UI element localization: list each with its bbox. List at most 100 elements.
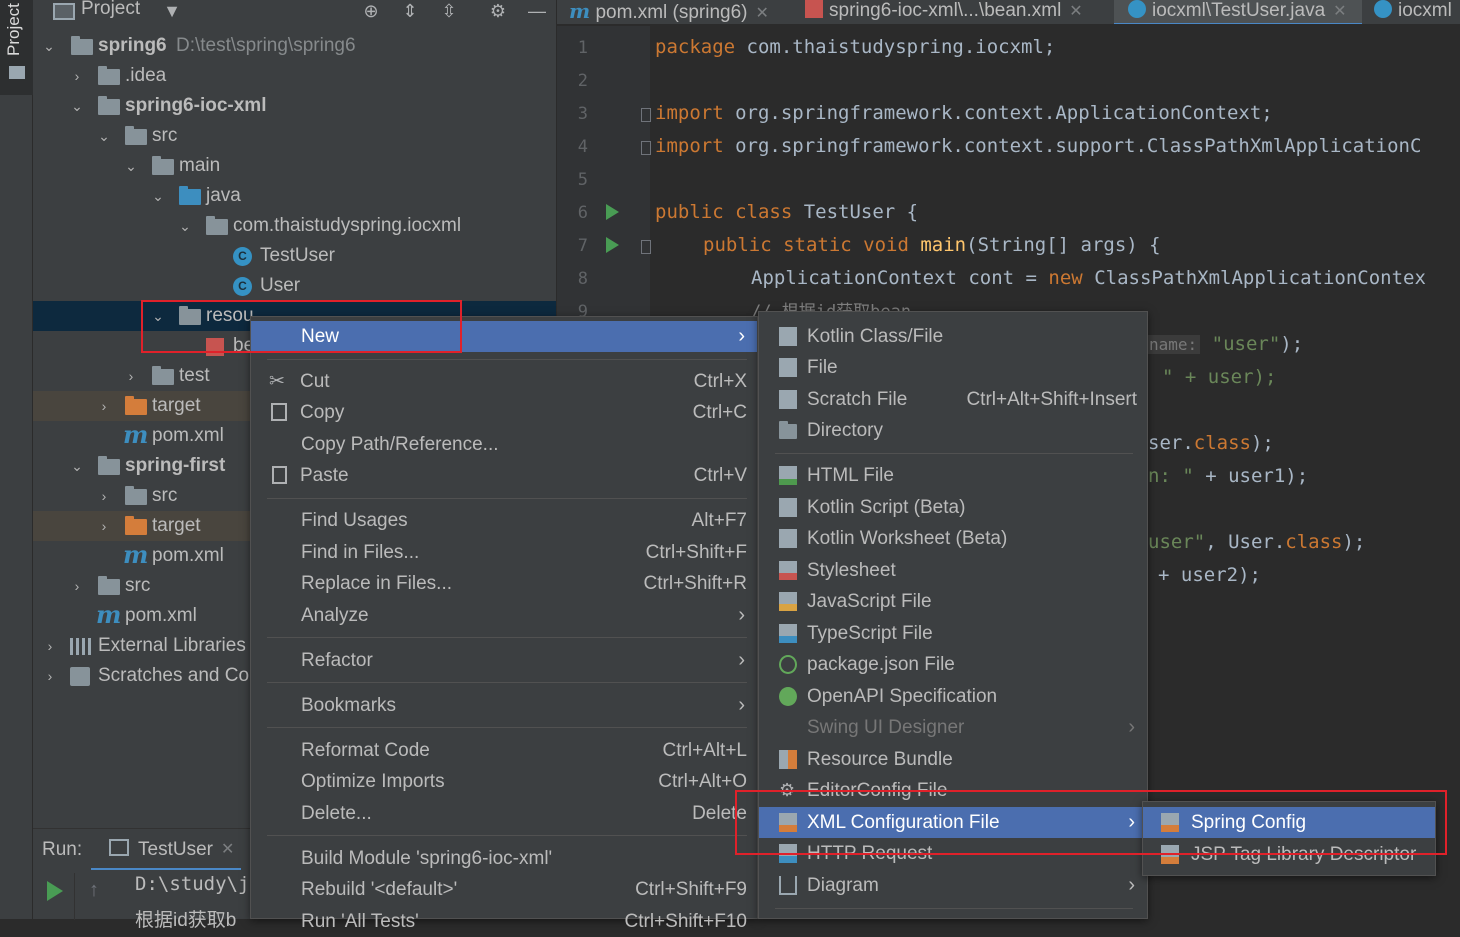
menu-shortcut: Ctrl+Alt+O: [658, 771, 747, 792]
menu-item-build-module[interactable]: Build Module 'spring6-ioc-xml': [251, 843, 757, 874]
close-icon[interactable]: ✕: [1069, 3, 1082, 20]
menu-item-kotlin-worksheet[interactable]: Kotlin Worksheet (Beta): [759, 523, 1147, 554]
menu-item-replace-in-files[interactable]: Replace in Files... Ctrl+Shift+R: [251, 568, 757, 599]
chevron-down-icon[interactable]: ⌄: [97, 121, 111, 151]
chevron-right-icon[interactable]: ›: [97, 391, 111, 421]
menu-item-paste[interactable]: Paste Ctrl+V: [251, 460, 757, 491]
tree-item-spring6[interactable]: ⌄ spring6 D:\test\spring\spring6: [33, 31, 556, 61]
tree-item-user[interactable]: C User: [33, 271, 556, 301]
close-icon[interactable]: ✕: [756, 5, 769, 22]
folder-icon: [125, 486, 147, 505]
chevron-right-icon[interactable]: ›: [70, 61, 84, 91]
chevron-right-icon[interactable]: ›: [70, 571, 84, 601]
menu-shortcut: Ctrl+Shift+F9: [635, 879, 747, 900]
tree-item-label: User: [260, 275, 301, 296]
chevron-down-icon[interactable]: ⌄: [70, 91, 84, 121]
close-icon[interactable]: ✕: [221, 839, 234, 859]
chevron-down-icon[interactable]: ⌄: [178, 211, 192, 241]
chevron-right-icon[interactable]: ›: [124, 361, 138, 391]
code-line-1: package com.thaistudyspring.iocxml;: [655, 36, 1055, 58]
menu-item-kotlin-class[interactable]: Kotlin Class/File: [759, 321, 1147, 352]
code-string: n: ": [1148, 465, 1194, 487]
rerun-icon[interactable]: [47, 881, 63, 901]
tree-item-idea[interactable]: › .idea: [33, 61, 556, 91]
menu-item-html-file[interactable]: HTML File: [759, 460, 1147, 491]
menu-item-delete[interactable]: Delete... Delete: [251, 798, 757, 829]
menu-item-typescript-file[interactable]: TypeScript File: [759, 618, 1147, 649]
menu-item-directory[interactable]: Directory: [759, 415, 1147, 446]
code-keyword: public class: [655, 201, 793, 223]
tree-item-package[interactable]: ⌄ com.thaistudyspring.iocxml: [33, 211, 556, 241]
menu-item-javascript-file[interactable]: JavaScript File: [759, 586, 1147, 617]
tab-bean-xml[interactable]: spring6-ioc-xml\...\bean.xml ✕: [805, 0, 1083, 26]
menu-item-copy[interactable]: Copy Ctrl+C: [251, 397, 757, 428]
code-fragment: + user2);: [1158, 564, 1261, 586]
project-panel-title[interactable]: Project: [81, 0, 140, 20]
file-icon: [779, 358, 797, 377]
locate-icon[interactable]: ⊕: [360, 0, 382, 22]
chevron-right-icon[interactable]: ›: [43, 661, 57, 691]
menu-item-file[interactable]: File: [759, 352, 1147, 383]
close-icon[interactable]: ✕: [1333, 3, 1346, 20]
chevron-down-icon[interactable]: ⌄: [70, 451, 84, 481]
line-number: 7: [577, 236, 588, 256]
gear-icon[interactable]: ⚙: [487, 0, 509, 22]
expand-all-icon[interactable]: ⇕: [399, 0, 421, 22]
arrow-up-icon[interactable]: ↑: [89, 879, 99, 902]
hide-icon[interactable]: —: [526, 0, 548, 22]
tree-item-src[interactable]: ⌄ src: [33, 121, 556, 151]
fold-icon[interactable]: [641, 141, 651, 155]
chevron-down-icon[interactable]: ⌄: [124, 151, 138, 181]
menu-item-reformat-code[interactable]: Reformat Code Ctrl+Alt+L: [251, 735, 757, 766]
tree-item-label: spring6-ioc-xml: [125, 95, 267, 116]
menu-item-diagram[interactable]: Diagram ›: [759, 870, 1147, 901]
menu-item-kotlin-script[interactable]: Kotlin Script (Beta): [759, 492, 1147, 523]
menu-item-analyze[interactable]: Analyze ›: [251, 600, 757, 631]
menu-item-resource-bundle[interactable]: Resource Bundle: [759, 744, 1147, 775]
project-tool-tab[interactable]: Project: [0, 0, 33, 95]
tree-item-spring6-ioc-xml[interactable]: ⌄ spring6-ioc-xml: [33, 91, 556, 121]
menu-item-bookmarks[interactable]: Bookmarks ›: [251, 690, 757, 721]
menu-item-copy-path[interactable]: Copy Path/Reference...: [251, 429, 757, 460]
code-text: ClassPathXmlApplicationContex: [1082, 267, 1426, 289]
tree-item-testuser[interactable]: C TestUser: [33, 241, 556, 271]
menu-separator: [267, 359, 747, 360]
chevron-right-icon[interactable]: ›: [97, 511, 111, 541]
menu-item-run-all-tests[interactable]: Run 'All Tests' Ctrl+Shift+F10: [251, 906, 757, 937]
menu-item-package-json[interactable]: package.json File: [759, 649, 1147, 680]
run-tab-testuser[interactable]: TestUser: [138, 839, 213, 861]
package-icon: [206, 216, 228, 235]
tree-item-label: pom.xml: [152, 545, 224, 566]
chevron-down-icon[interactable]: ⌄: [151, 181, 165, 211]
chevron-down-icon[interactable]: ▼: [161, 0, 183, 22]
fold-icon[interactable]: [641, 108, 651, 122]
annotation-box-new: [141, 300, 462, 353]
fold-icon[interactable]: [641, 240, 651, 254]
run-gutter-icon[interactable]: [606, 204, 619, 220]
menu-item-stylesheet[interactable]: Stylesheet: [759, 555, 1147, 586]
chevron-right-icon[interactable]: ›: [43, 631, 57, 661]
menu-item-cut[interactable]: ✂ Cut Ctrl+X: [251, 366, 757, 397]
menu-item-openapi[interactable]: OpenAPI Specification: [759, 681, 1147, 712]
menu-item-optimize-imports[interactable]: Optimize Imports Ctrl+Alt+O: [251, 766, 757, 797]
tab-iocxml[interactable]: iocxml: [1374, 0, 1452, 26]
menu-item-scratch-file[interactable]: Scratch File Ctrl+Alt+Shift+Insert: [759, 384, 1147, 415]
chevron-right-icon[interactable]: ›: [97, 481, 111, 511]
tree-item-main[interactable]: ⌄ main: [33, 151, 556, 181]
menu-item-rebuild[interactable]: Rebuild '<default>' Ctrl+Shift+F9: [251, 874, 757, 905]
chevron-down-icon[interactable]: ⌄: [42, 31, 56, 61]
maven-icon: m: [96, 600, 122, 629]
maven-icon: m: [123, 420, 149, 449]
tab-pom-spring6[interactable]: m pom.xml (spring6) ✕: [569, 0, 769, 26]
run-gutter-icon[interactable]: [606, 237, 619, 253]
line-number: 4: [577, 137, 588, 157]
code-text: + user1);: [1193, 465, 1309, 487]
menu-item-find-in-files[interactable]: Find in Files... Ctrl+Shift+F: [251, 537, 757, 568]
code-text: (String[] args) {: [966, 234, 1161, 256]
collapse-all-icon[interactable]: ⇳: [438, 0, 460, 22]
tree-item-java[interactable]: ⌄ java: [33, 181, 556, 211]
menu-item-refactor[interactable]: Refactor ›: [251, 645, 757, 676]
tab-label: spring6-ioc-xml\...\bean.xml: [829, 0, 1062, 21]
menu-item-find-usages[interactable]: Find Usages Alt+F7: [251, 505, 757, 536]
tab-testuser-java[interactable]: iocxml\TestUser.java ✕: [1114, 0, 1362, 26]
